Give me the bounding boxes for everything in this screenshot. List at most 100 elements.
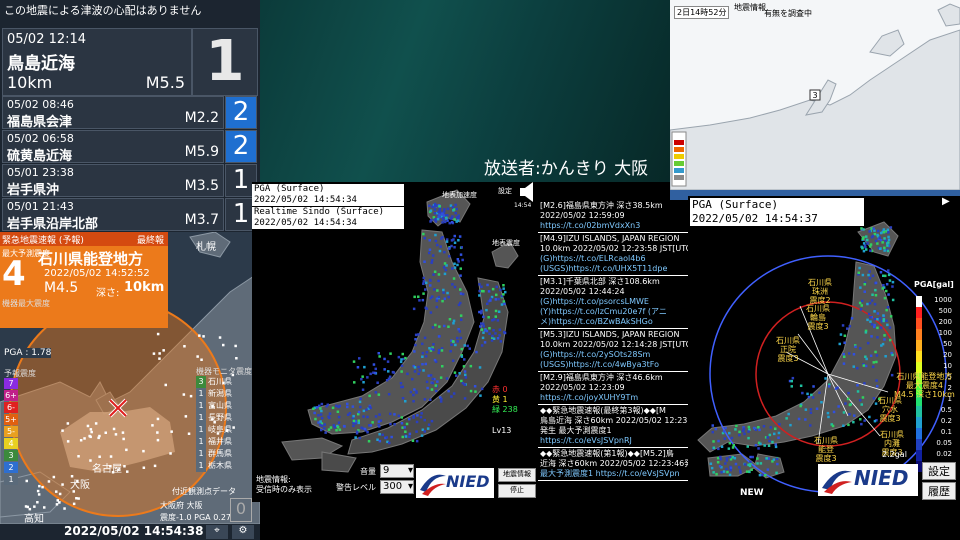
station-dot [716,461,720,464]
tweet-line[interactable]: https://t.co/02bmVdxXn3 [540,221,686,231]
station-dot [864,245,867,249]
station-dot [454,203,457,207]
station-dot [61,483,64,486]
tweet-line[interactable]: (USGS)https://t.co/4wBya3tFo [540,360,686,370]
pga-scale-label: 20 [943,351,952,359]
station-dot [872,227,875,230]
tweet-line[interactable]: (Y)https://t.co/lzCmu20e7f (アニ [540,307,686,317]
city-sapporo: 札幌 [196,242,216,253]
station-dot [390,435,393,439]
station-dot [720,445,724,448]
station-dot [429,209,433,212]
quake-list-item[interactable]: 05/02 08:46 福島県会津 M2.2 [2,96,224,130]
station-dot [437,295,441,299]
tweet-line[interactable]: https://t.co/joyXUHY9Tm [540,393,686,403]
tweet-item[interactable]: [M2.9]福島県東方沖 深さ46.6km 2022/05/02 12:23:09… [538,372,688,405]
station-dot [461,258,464,262]
volume-select[interactable]: 9 ▾ [380,464,414,478]
station-dot [320,416,324,420]
station-dot [759,462,763,465]
pga-history-button[interactable]: 履歴 [922,482,956,500]
station-dot [431,326,435,329]
station-dot [413,370,417,373]
eq-info-button[interactable]: 地震情報 [498,468,536,482]
settings-link[interactable]: 設定 [498,186,512,196]
station-dot [77,497,80,500]
clock: 2022/05/02 14:54:38 [64,524,204,538]
station-dot [464,373,467,377]
station-dot [775,471,778,475]
pga-scale-label: 500 [939,307,952,315]
station-dot [870,323,874,326]
station-dot [886,323,889,327]
station-dot [437,335,441,338]
station-dot [799,384,803,387]
tweet-item[interactable]: [M5.3]IZU ISLANDS, JAPAN REGION 10.0km 20… [538,329,688,372]
latest-quake-card[interactable]: 05/02 12:14 鳥島近海 10km M5.5 [2,28,192,96]
station-dot [452,322,455,325]
play-icon[interactable]: ▶ [942,196,950,207]
station-dot [751,455,754,459]
station-dot [453,266,457,269]
station-dot [425,351,429,354]
stop-button[interactable]: 停止 [498,484,536,498]
station-dot [152,352,156,355]
legend-swatch: 2 [4,462,18,473]
locate-button[interactable]: ⌖ [206,525,228,539]
station-dot [430,388,434,391]
station-dot [446,219,449,222]
tweet-line[interactable]: (G)https://t.co/2ySOts28Sm [540,350,686,360]
tweet-line: 2022/05/02 12:23:09 [540,383,625,392]
station-dot [747,436,750,440]
tweet-line[interactable]: https://t.co/eVsJSVpnRJ [540,436,686,446]
tweet-item[interactable]: [M2.6]福島県東方沖 深さ38.5km 2022/05/02 12:59:09… [538,200,688,233]
station-dot [440,237,443,240]
pga-settings-button[interactable]: 設定 [922,462,956,480]
tweet-line[interactable]: (G)https://t.co/psorcsLMWE [540,297,686,307]
legend-swatch: 5- [4,426,18,437]
station-dot [868,270,871,273]
pga-scale-label: 0.02 [936,450,952,458]
tweet-item[interactable]: [M3.1]千葉県北部 深さ108.6km 2022/05/02 12:44:24… [538,276,688,329]
station-dot [860,227,863,230]
station-dot [426,427,430,430]
tweet-item[interactable]: ◆◆緊急地震速報(第1報)◆◆[M5.2]鳥 近海 深さ60km 2022/05/… [538,448,688,481]
station-dot [431,205,434,209]
tweet-line[interactable]: (G)https://t.co/ELRcaol4b6 [540,254,686,264]
station-dot [865,248,868,251]
legend-swatch: 5+ [4,414,18,425]
station-dot [357,421,360,425]
station-dot [463,344,466,347]
quake-list-item[interactable]: 05/01 23:38 岩手県沖 M3.5 [2,164,224,198]
quake-list-item[interactable]: 05/01 21:43 岩手県沿岸北部 M3.7 [2,198,224,232]
station-dot [443,220,447,224]
settings-button[interactable]: ⚙ [232,525,254,539]
station-dot [869,249,872,252]
station-dot [362,409,366,413]
station-dot [445,377,449,380]
station-dot [66,422,70,425]
station-dot [867,312,871,316]
quake-list-item[interactable]: 05/02 06:58 硫黄島近海 M5.9 [2,130,224,164]
tweet-line[interactable]: (USGS)https://t.co/UHX5T11dpe [540,264,686,274]
tweet-item[interactable]: ◆◆緊急地震速報(最終第3報)◆◆[M 鳥島近海 深さ60km 2022/05/0… [538,405,688,448]
region-intensity: 1 [196,412,206,424]
station-dot [461,292,465,296]
station-dot [358,400,362,404]
station-dot [109,455,113,458]
tweet-line[interactable]: 最大予測震度1 https://t.co/eVsJSVpn [540,469,686,479]
alert-level-select[interactable]: 300 ▾ [380,480,414,494]
station-dot [485,308,488,312]
station-dot [754,444,758,447]
region-item: 1 栃木県 [196,460,232,472]
station-dot [430,419,434,423]
legend-swatch: 6- [4,402,18,413]
station-dot [469,364,473,368]
station-dot [734,462,738,466]
station-dot [436,217,440,221]
station-dot [863,382,866,385]
station-dot [426,386,429,390]
tweet-line[interactable]: メ)https://t.co/BZwBAkSHGo [540,317,686,327]
tweet-item[interactable]: [M4.9]IZU ISLANDS, JAPAN REGION 10.0km 20… [538,233,688,276]
station-dot [871,234,875,238]
